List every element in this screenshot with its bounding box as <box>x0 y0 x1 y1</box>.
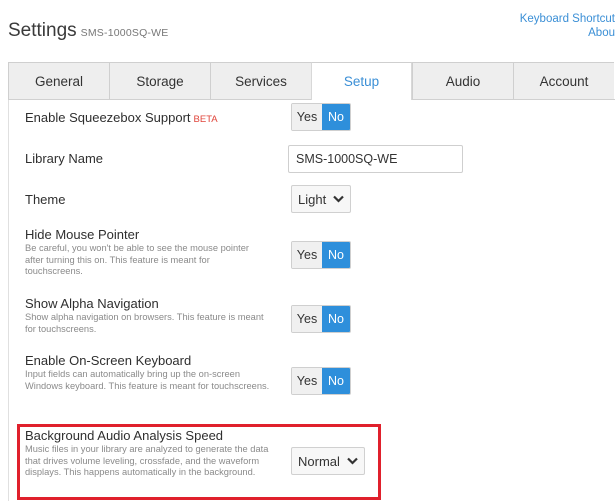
squeezebox-toggle: Yes No <box>291 103 351 131</box>
tab-setup[interactable]: Setup <box>311 62 412 100</box>
about-link[interactable]: Abou <box>520 26 615 40</box>
hide-pointer-description: Be careful, you won't be able to see the… <box>25 243 250 276</box>
theme-value: Light <box>298 191 327 207</box>
settings-title: Settings <box>8 20 77 41</box>
alpha-nav-toggle: Yes No <box>291 305 351 333</box>
device-name: SMS-1000SQ-WE <box>80 27 169 39</box>
highlight-annotation <box>17 424 381 500</box>
library-name-input[interactable] <box>288 145 463 173</box>
alpha-nav-description: Show alpha navigation on browsers. This … <box>25 312 264 334</box>
onscreen-keyboard-toggle: Yes No <box>291 367 351 395</box>
squeezebox-label: Enable Squeezebox Support <box>25 110 191 125</box>
squeezebox-no-button[interactable]: No <box>322 104 350 130</box>
keyboard-shortcuts-link[interactable]: Keyboard Shortcut <box>520 12 615 26</box>
tab-audio[interactable]: Audio <box>412 62 513 99</box>
settings-tabs: General Storage Services Setup Audio Acc… <box>8 62 615 100</box>
onscreen-keyboard-yes-button[interactable]: Yes <box>292 368 322 394</box>
hide-pointer-no-button[interactable]: No <box>322 242 350 268</box>
hide-pointer-yes-button[interactable]: Yes <box>292 242 322 268</box>
onscreen-keyboard-label: Enable On-Screen Keyboard <box>25 353 192 368</box>
beta-badge: BETA <box>193 114 218 125</box>
hide-pointer-label: Hide Mouse Pointer <box>25 227 140 242</box>
hide-pointer-toggle: Yes No <box>291 241 351 269</box>
tab-account[interactable]: Account <box>513 62 614 99</box>
theme-select[interactable]: Light <box>291 185 352 213</box>
onscreen-keyboard-description: Input fields can automatically bring up … <box>25 369 270 391</box>
tab-services[interactable]: Services <box>210 62 311 99</box>
chevron-down-icon <box>333 195 344 203</box>
page-title: Settings SMS-1000SQ-WE <box>8 20 168 42</box>
alpha-nav-yes-button[interactable]: Yes <box>292 306 322 332</box>
top-links: Keyboard Shortcut Abou <box>520 12 615 40</box>
tab-general[interactable]: General <box>8 62 109 99</box>
onscreen-keyboard-no-button[interactable]: No <box>322 368 350 394</box>
alpha-nav-no-button[interactable]: No <box>322 306 350 332</box>
squeezebox-yes-button[interactable]: Yes <box>292 104 322 130</box>
tab-storage[interactable]: Storage <box>109 62 210 99</box>
panel-border <box>8 100 9 501</box>
